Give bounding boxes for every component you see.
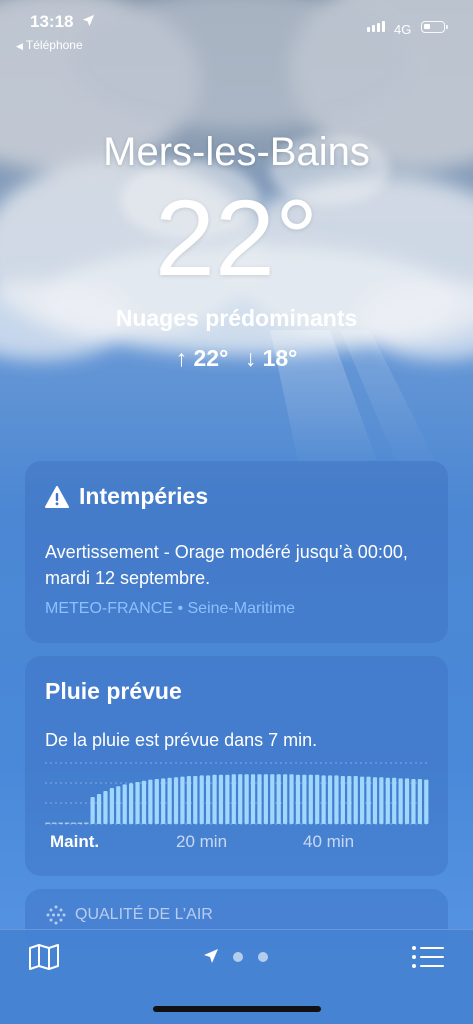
rain-bar bbox=[90, 797, 95, 824]
clock-time: 13:18 bbox=[30, 12, 74, 31]
rain-bar bbox=[135, 782, 140, 824]
rain-bar bbox=[64, 822, 70, 824]
rain-bar bbox=[392, 777, 397, 824]
rain-bar bbox=[206, 775, 211, 824]
tick-40-min: 40 min bbox=[303, 832, 355, 851]
rain-bar bbox=[71, 822, 76, 824]
rain-bar bbox=[244, 774, 249, 824]
rain-bar bbox=[404, 778, 410, 824]
rain-bar bbox=[129, 783, 134, 824]
rain-bar bbox=[417, 779, 422, 824]
home-indicator[interactable] bbox=[153, 1006, 321, 1012]
back-arrow-icon: ◀ bbox=[16, 41, 23, 51]
rain-bar bbox=[295, 774, 301, 824]
rain-bar bbox=[225, 774, 230, 824]
list-icon[interactable] bbox=[411, 942, 445, 972]
rain-bar bbox=[218, 774, 224, 824]
rain-bar bbox=[353, 776, 358, 824]
status-bar: 13:18 ◀ Téléphone 4G bbox=[0, 0, 473, 60]
rain-chart bbox=[45, 762, 430, 825]
rain-bar bbox=[116, 786, 121, 824]
severe-weather-card[interactable]: Intempéries Avertissement - Orage modéré… bbox=[25, 461, 448, 643]
rain-bar bbox=[173, 777, 179, 824]
rain-bar bbox=[212, 774, 217, 824]
network-type: 4G bbox=[394, 22, 412, 37]
rain-bar bbox=[360, 776, 365, 824]
rain-bar bbox=[238, 774, 243, 824]
rain-bar bbox=[347, 776, 352, 824]
rain-bar bbox=[302, 774, 307, 824]
rain-bar bbox=[398, 778, 403, 824]
air-quality-header: QUALITÉ DE L’AIR bbox=[45, 904, 213, 926]
rain-bar bbox=[257, 774, 262, 824]
rain-bar bbox=[52, 822, 57, 824]
rain-forecast-card[interactable]: Pluie prévue De la pluie est prévue dans… bbox=[25, 656, 448, 876]
rain-bar bbox=[167, 777, 172, 824]
rain-bar bbox=[315, 774, 320, 824]
rain-bar bbox=[109, 788, 114, 824]
rain-bar bbox=[231, 774, 236, 824]
low-temperature: ↓ 18° bbox=[244, 345, 298, 371]
rain-bar bbox=[58, 822, 63, 824]
tick-20-min: 20 min bbox=[176, 832, 228, 851]
alert-title: Intempéries bbox=[79, 483, 209, 509]
rain-bar bbox=[199, 775, 204, 824]
battery-level bbox=[424, 24, 430, 29]
rain-bar bbox=[327, 775, 333, 824]
tick-now: Maint. bbox=[50, 832, 100, 851]
rain-bar bbox=[96, 794, 102, 824]
rain-bar bbox=[84, 822, 89, 824]
rain-bar bbox=[122, 784, 127, 824]
rain-bar bbox=[321, 775, 326, 824]
alert-source[interactable]: METEO-FRANCE • Seine-Maritime bbox=[45, 600, 295, 618]
rain-bar bbox=[308, 774, 313, 824]
rain-bar bbox=[45, 822, 51, 824]
rain-bar bbox=[289, 774, 294, 824]
map-icon[interactable] bbox=[27, 942, 61, 972]
location-services-icon bbox=[82, 14, 95, 27]
rain-bar bbox=[372, 777, 378, 824]
alert-header: Intempéries bbox=[45, 483, 208, 510]
rain-bar bbox=[186, 776, 191, 824]
cellular-signal-icon bbox=[367, 21, 385, 32]
air-quality-label: QUALITÉ DE L’AIR bbox=[75, 906, 213, 923]
rain-bar bbox=[270, 774, 275, 824]
rain-bar bbox=[334, 775, 339, 824]
rain-bar bbox=[379, 777, 384, 824]
high-temperature: ↑ 22° bbox=[175, 345, 229, 371]
rain-bar bbox=[161, 778, 166, 824]
rain-bar bbox=[366, 776, 371, 824]
high-low-temperatures: ↑ 22° ↓ 18° bbox=[0, 345, 473, 372]
rain-bar bbox=[424, 779, 429, 824]
page-dot[interactable] bbox=[233, 952, 243, 962]
battery-icon bbox=[421, 21, 448, 33]
alert-description: Avertissement - Orage modéré jusqu’à 00:… bbox=[45, 542, 408, 588]
city-name: Mers-les-Bains bbox=[103, 130, 370, 174]
rain-bar bbox=[283, 774, 288, 824]
rain-bar bbox=[193, 776, 198, 824]
page-dot[interactable] bbox=[258, 952, 268, 962]
back-to-app-link[interactable]: ◀ Téléphone bbox=[16, 38, 83, 52]
warning-triangle-icon bbox=[45, 485, 69, 508]
bottom-toolbar bbox=[0, 929, 473, 1024]
rain-bar bbox=[385, 777, 390, 824]
air-quality-icon bbox=[46, 905, 66, 925]
rain-description: De la pluie est prévue dans 7 min. bbox=[45, 730, 318, 750]
rain-bar bbox=[411, 779, 416, 824]
back-app-label: Téléphone bbox=[25, 38, 83, 52]
rain-title: Pluie prévue bbox=[45, 678, 182, 704]
location-arrow-icon[interactable] bbox=[203, 948, 219, 964]
rain-bar bbox=[148, 779, 153, 824]
weather-condition: Nuages prédominants bbox=[115, 305, 358, 331]
rain-bar bbox=[154, 779, 159, 824]
rain-bar bbox=[77, 822, 83, 824]
rain-bar bbox=[180, 776, 185, 824]
current-temperature: 22° bbox=[154, 177, 319, 298]
rain-bar bbox=[250, 774, 256, 824]
rain-bar bbox=[340, 776, 345, 824]
rain-bar bbox=[276, 774, 281, 824]
rain-bar bbox=[103, 791, 108, 824]
rain-bar bbox=[263, 774, 268, 824]
rain-bar bbox=[141, 780, 147, 824]
